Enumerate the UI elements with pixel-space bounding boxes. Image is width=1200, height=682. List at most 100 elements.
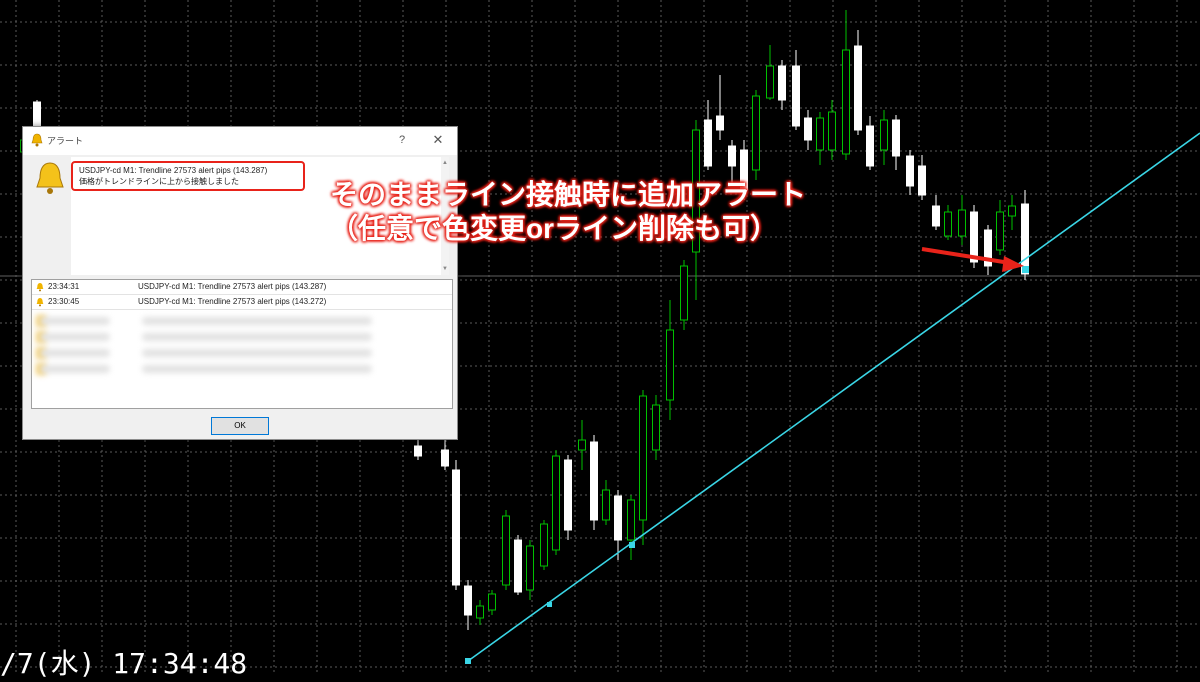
candle-body [1008,205,1016,217]
candle-body [996,211,1004,251]
candle [502,510,510,590]
candle [564,455,572,540]
candle [816,112,824,165]
alert-history-list[interactable]: 23:34:31 USDJPY-cd M1: Trendline 27573 a… [31,279,453,409]
alert-message-line2: 価格がトレンドラインに上から接触しました [79,177,239,186]
candle [488,590,496,615]
candle [514,535,522,595]
candle-body [778,65,786,101]
annotation-text: そのままライン接触時に追加アラート （任意で色変更orライン削除も可） [330,178,806,246]
candle-body [564,459,572,531]
candle-body [958,209,966,237]
candle-body [680,265,688,321]
candle [944,205,952,240]
candle-body [652,404,660,451]
candle-body [514,539,522,593]
alert-message-line1: USDJPY-cd M1: Trendline 27573 alert pips… [79,166,268,175]
candle [578,420,586,470]
list-item[interactable]: 23:30:45 USDJPY-cd M1: Trendline 27573 a… [32,295,452,310]
scroll-down-icon[interactable]: ▼ [441,265,449,273]
candle [476,600,484,625]
candle [414,440,422,460]
candle-body [614,495,622,541]
candle-body [627,499,635,541]
candle-body [526,545,534,591]
candle [778,60,786,110]
candle [590,435,598,530]
candle [704,100,712,170]
candle-body [639,395,647,521]
alert-dialog: アラート ? ✕ ▲ ▼ USDJPY-cd M1: Trendline 275… [22,126,458,440]
alert-message-highlight: USDJPY-cd M1: Trendline 27573 alert pips… [71,161,305,191]
candle-body [590,441,598,521]
help-button[interactable]: ? [395,131,409,149]
candle-body [854,45,862,131]
candle [752,90,760,180]
candle-body [728,145,736,167]
candle-body [488,593,496,611]
candle [680,260,688,330]
candle [792,50,800,130]
candle [540,520,548,570]
bell-icon [36,283,44,292]
candle-body [766,65,774,99]
ok-button[interactable]: OK [211,417,269,435]
dialog-titlebar[interactable]: アラート ? ✕ [23,127,457,155]
candle [854,30,862,135]
trendline-point[interactable] [547,602,552,607]
candle [892,115,900,170]
candle [828,100,836,160]
blurred-list-item [36,330,376,344]
candle [639,390,647,545]
trendline-midpoint[interactable] [629,542,635,548]
candle-body [502,515,510,586]
candle [766,45,774,100]
candle-body [828,111,836,151]
alert-time: 23:34:31 [48,282,80,291]
trendline-anchor-start[interactable] [465,658,471,664]
candle-body [441,449,449,467]
candle [666,300,674,420]
candle-body [464,585,472,616]
candle-body [1021,203,1029,275]
candle-body [892,119,900,157]
candle [804,110,812,150]
candle-body [944,211,952,237]
candle-body [932,205,940,227]
candle [984,225,992,275]
candle [958,195,966,245]
candle [842,10,850,160]
candle-body [716,115,724,131]
list-item[interactable]: 23:34:31 USDJPY-cd M1: Trendline 27573 a… [32,280,452,295]
candle-body [666,329,674,401]
trendline-touch-point[interactable] [1022,266,1029,273]
chart-timestamp: /7(水) 17:34:48 [0,647,248,680]
blurred-list-item [36,346,376,360]
bell-icon [36,162,64,194]
scroll-up-icon[interactable]: ▲ [441,159,449,167]
candle [996,200,1004,255]
candle-body [970,211,978,263]
candle-body [880,119,888,151]
annotation-line1: そのままライン接触時に追加アラート [330,179,807,210]
bell-icon [31,133,43,147]
dialog-title: アラート [47,136,84,146]
candle [880,110,888,165]
candle [552,450,560,555]
candle [452,460,460,590]
candle [1008,195,1016,230]
blurred-list-item [36,362,376,376]
bell-icon [36,298,44,307]
candle [716,75,724,140]
candle [614,490,622,560]
close-button[interactable]: ✕ [431,131,445,149]
candle-body [752,95,760,171]
candle-body [578,439,586,451]
candle-body [476,605,484,619]
candle [866,116,874,170]
annotation-line2: （任意で色変更orライン削除も可） [330,213,779,244]
candle-body [414,445,422,457]
candle [602,480,610,525]
candle-body [804,117,812,141]
candle-body [540,523,548,567]
